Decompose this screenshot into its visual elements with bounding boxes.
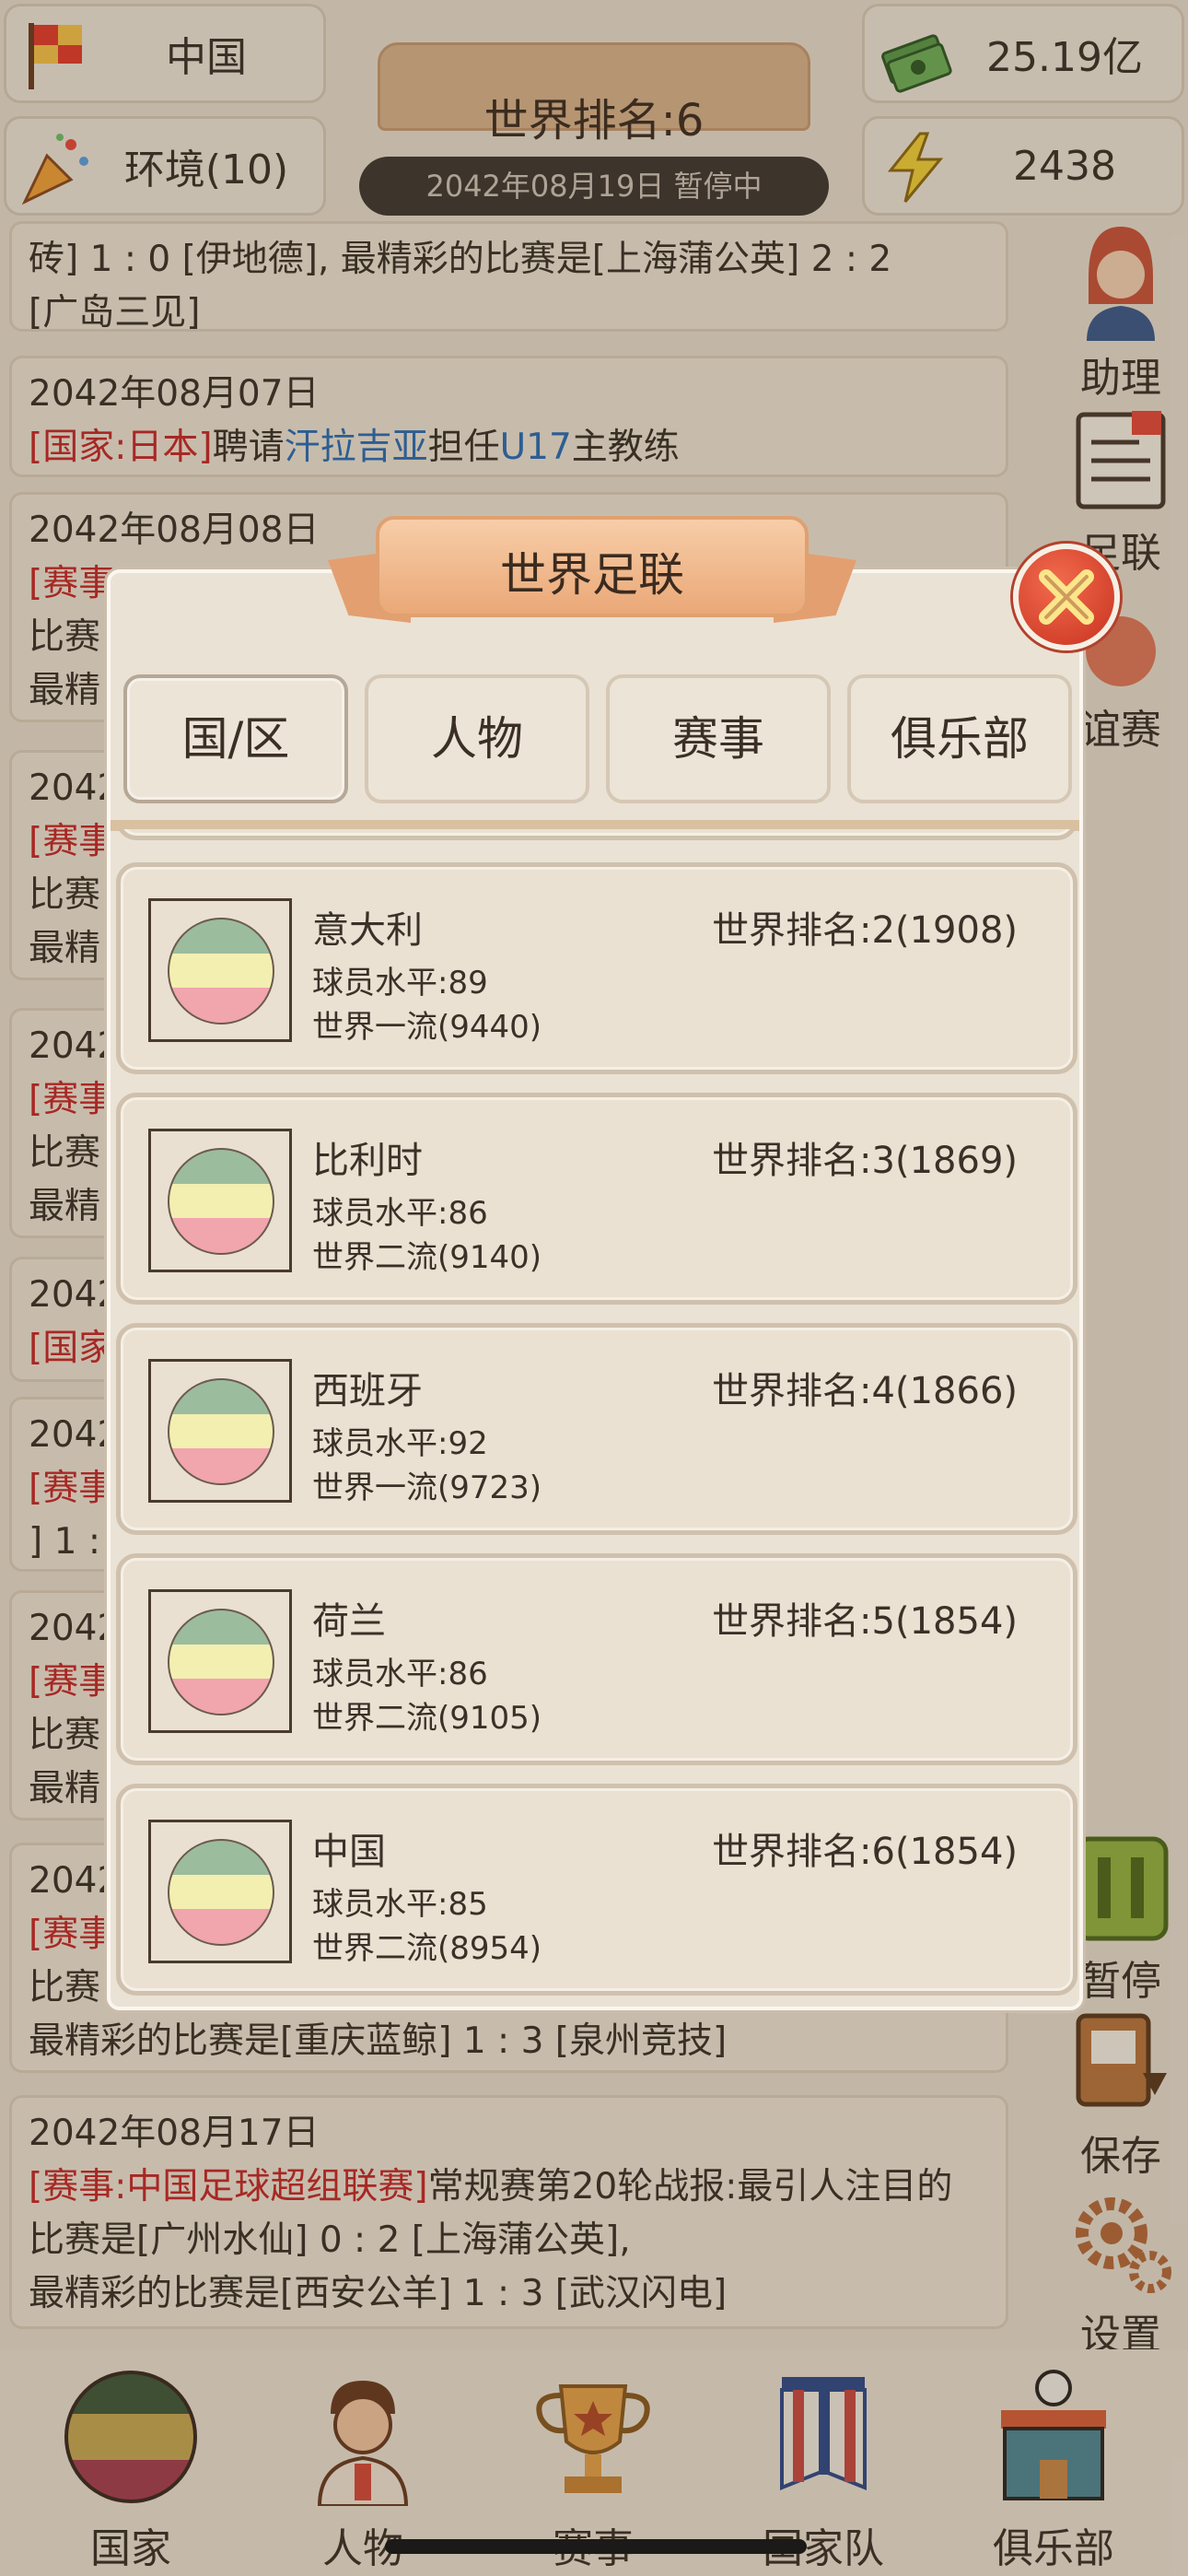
country-name: 比利时: [312, 1140, 423, 1182]
country-card[interactable]: 比利时 球员水平:86 世界二流(9140) 世界排名:3(1869): [116, 1093, 1077, 1305]
flag-frame: [148, 1359, 292, 1503]
tab-people[interactable]: 人物: [365, 674, 589, 803]
country-flag-icon: [168, 1839, 274, 1946]
flag-frame: [148, 1820, 292, 1963]
player-level: 球员水平:86: [312, 1195, 488, 1232]
country-flag-icon: [168, 918, 274, 1025]
player-level: 球员水平:86: [312, 1656, 488, 1692]
world-rank: 世界排名:3(1869): [712, 1140, 1018, 1182]
player-level: 球员水平:89: [312, 965, 488, 1001]
close-icon: [1039, 569, 1094, 625]
flag-frame: [148, 1129, 292, 1272]
country-name: 西班牙: [312, 1370, 423, 1412]
tier: 世界二流(9105): [312, 1700, 542, 1737]
tab-competitions[interactable]: 赛事: [606, 674, 831, 803]
tier: 世界一流(9440): [312, 1009, 542, 1046]
player-level: 球员水平:92: [312, 1425, 488, 1462]
tier: 世界一流(9723): [312, 1469, 542, 1506]
country-name: 意大利: [312, 909, 423, 952]
world-rank: 世界排名:4(1866): [712, 1370, 1018, 1412]
world-federation-modal: 国/区 人物 赛事 俱乐部 意大利 球员水平:89 世界一流(9440) 世界排…: [107, 569, 1083, 2010]
tab-country-region[interactable]: 国/区: [123, 674, 348, 803]
tier: 世界二流(9140): [312, 1239, 542, 1276]
modal-title-ribbon: 世界足联: [328, 505, 856, 641]
modal-title: 世界足联: [500, 548, 684, 602]
country-flag-icon: [168, 1148, 274, 1255]
country-card[interactable]: 中国 球员水平:85 世界二流(8954) 世界排名:6(1854): [116, 1784, 1077, 1996]
tab-clubs[interactable]: 俱乐部: [847, 674, 1072, 803]
tier: 世界二流(8954): [312, 1930, 542, 1967]
close-button[interactable]: [1013, 544, 1120, 650]
country-name: 中国: [312, 1831, 386, 1873]
country-card[interactable]: 荷兰 球员水平:86 世界二流(9105) 世界排名:5(1854): [116, 1553, 1077, 1765]
country-flag-icon: [168, 1378, 274, 1485]
country-card[interactable]: 意大利 球员水平:89 世界一流(9440) 世界排名:2(1908): [116, 862, 1077, 1074]
player-level: 球员水平:85: [312, 1886, 488, 1923]
world-rank: 世界排名:6(1854): [712, 1831, 1018, 1873]
modal-tabs: 国/区 人物 赛事 俱乐部: [123, 674, 1072, 813]
country-name: 荷兰: [312, 1600, 386, 1643]
flag-frame: [148, 898, 292, 1042]
flag-frame: [148, 1589, 292, 1733]
country-flag-icon: [168, 1609, 274, 1715]
world-rank: 世界排名:5(1854): [712, 1600, 1018, 1643]
country-list[interactable]: 意大利 球员水平:89 世界一流(9440) 世界排名:2(1908) 比利时 …: [111, 829, 1079, 2007]
country-card[interactable]: 西班牙 球员水平:92 世界一流(9723) 世界排名:4(1866): [116, 1323, 1077, 1535]
list-item-partial: [116, 829, 1077, 840]
world-rank: 世界排名:2(1908): [712, 909, 1018, 952]
home-indicator[interactable]: [385, 2539, 807, 2554]
